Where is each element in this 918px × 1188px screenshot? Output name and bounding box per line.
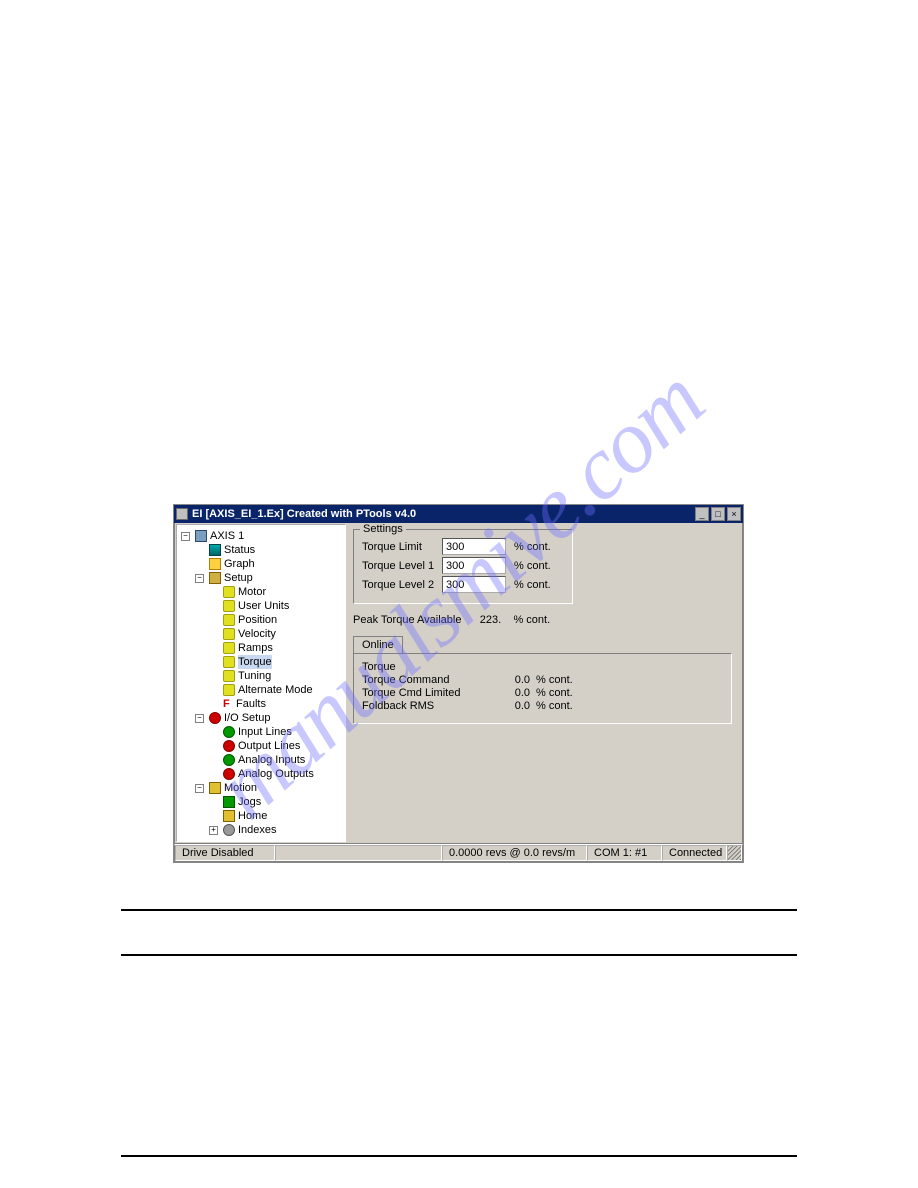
bullet-icon	[223, 628, 235, 640]
peak-torque-unit: % cont.	[513, 614, 550, 626]
peak-torque-value: 223.	[480, 614, 501, 626]
status-icon	[209, 544, 221, 556]
tree-item-io[interactable]: −I/O Setup	[195, 711, 343, 725]
faults-icon: F	[223, 697, 233, 711]
peak-torque-label: Peak Torque Available	[353, 614, 461, 626]
tree-item-tuning[interactable]: Tuning	[209, 669, 343, 683]
bullet-icon	[223, 600, 235, 612]
tree-root[interactable]: − AXIS 1	[181, 529, 343, 543]
collapse-icon[interactable]: −	[195, 574, 204, 583]
torque-limit-unit: % cont.	[514, 541, 551, 553]
online-foldback-label: Foldback RMS	[362, 700, 480, 712]
settings-caption: Settings	[360, 523, 406, 535]
tree-item-jogs[interactable]: Jogs	[209, 795, 343, 809]
status-connection: Connected	[662, 845, 727, 861]
tree-item-userunits[interactable]: User Units	[209, 599, 343, 613]
online-cmdlim-label: Torque Cmd Limited	[362, 687, 480, 699]
online-cmd-unit: % cont.	[536, 674, 573, 686]
bullet-icon	[223, 684, 235, 696]
titlebar[interactable]: EI [AXIS_EI_1.Ex] Created with PTools v4…	[174, 505, 743, 523]
input-icon	[223, 726, 235, 738]
motion-icon	[209, 782, 221, 794]
expand-icon[interactable]: +	[209, 826, 218, 835]
peak-torque-line: Peak Torque Available 223. % cont.	[353, 614, 732, 626]
settings-group: Settings Torque Limit % cont. Torque Lev…	[353, 529, 573, 604]
bullet-icon	[223, 656, 235, 668]
tree-item-analogoutputs[interactable]: Analog Outputs	[209, 767, 343, 781]
status-com: COM 1: #1	[587, 845, 662, 861]
torque-level1-unit: % cont.	[514, 560, 551, 572]
torque-level1-input[interactable]	[442, 557, 506, 574]
tree-item-velocity[interactable]: Velocity	[209, 627, 343, 641]
online-torque-label: Torque	[362, 661, 480, 673]
divider	[121, 954, 797, 956]
tree-pane: − AXIS 1 Status Graph −Setup Motor	[176, 524, 346, 842]
tree-item-setup[interactable]: −Setup	[195, 571, 343, 585]
close-button[interactable]: ×	[727, 507, 741, 521]
collapse-icon[interactable]: −	[195, 784, 204, 793]
window-title: EI [AXIS_EI_1.Ex] Created with PTools v4…	[192, 508, 695, 520]
tree-item-faults[interactable]: FFaults	[209, 697, 343, 711]
output-icon	[223, 740, 235, 752]
tree-item-indexes[interactable]: +Indexes	[209, 823, 343, 837]
tree-root-label: AXIS 1	[210, 529, 244, 543]
collapse-icon[interactable]: −	[181, 532, 190, 541]
tree-item-graph[interactable]: Graph	[195, 557, 343, 571]
status-position: 0.0000 revs @ 0.0 revs/m	[442, 845, 587, 861]
tree-item-motion[interactable]: −Motion	[195, 781, 343, 795]
online-foldback-value: 0.0	[486, 700, 530, 712]
bullet-icon	[223, 614, 235, 626]
tree-item-outputlines[interactable]: Output Lines	[209, 739, 343, 753]
maximize-button[interactable]: □	[711, 507, 725, 521]
torque-level1-label: Torque Level 1	[362, 560, 436, 572]
bullet-icon	[223, 670, 235, 682]
work-pane: Settings Torque Limit % cont. Torque Lev…	[347, 523, 742, 843]
setup-icon	[209, 572, 221, 584]
tree-item-status[interactable]: Status	[195, 543, 343, 557]
status-spacer	[275, 845, 442, 861]
torque-level2-unit: % cont.	[514, 579, 551, 591]
tree-item-altmode[interactable]: Alternate Mode	[209, 683, 343, 697]
online-cmd-value: 0.0	[486, 674, 530, 686]
torque-level2-label: Torque Level 2	[362, 579, 436, 591]
home-icon	[223, 810, 235, 822]
bullet-icon	[223, 586, 235, 598]
tree-item-analoginputs[interactable]: Analog Inputs	[209, 753, 343, 767]
torque-level2-input[interactable]	[442, 576, 506, 593]
online-foldback-unit: % cont.	[536, 700, 573, 712]
torque-limit-input[interactable]	[442, 538, 506, 555]
tree-item-inputlines[interactable]: Input Lines	[209, 725, 343, 739]
tree-item-torque[interactable]: Torque	[209, 655, 343, 669]
torque-limit-label: Torque Limit	[362, 541, 436, 553]
divider	[121, 909, 797, 911]
online-tab[interactable]: Online	[353, 636, 403, 653]
collapse-icon[interactable]: −	[195, 714, 204, 723]
minimize-button[interactable]: _	[695, 507, 709, 521]
tree-item-home[interactable]: Home	[209, 809, 343, 823]
status-drive: Drive Disabled	[175, 845, 275, 861]
tree-item-position[interactable]: Position	[209, 613, 343, 627]
app-icon	[176, 508, 188, 520]
analogin-icon	[223, 754, 235, 766]
index-icon	[223, 824, 235, 836]
graph-icon	[209, 558, 221, 570]
online-cmdlim-unit: % cont.	[536, 687, 573, 699]
axis-icon	[195, 530, 207, 542]
jog-icon	[223, 796, 235, 808]
bullet-icon	[223, 642, 235, 654]
resize-grip[interactable]	[727, 845, 742, 861]
analogout-icon	[223, 768, 235, 780]
statusbar: Drive Disabled 0.0000 revs @ 0.0 revs/m …	[174, 844, 743, 862]
tree-item-motor[interactable]: Motor	[209, 585, 343, 599]
io-icon	[209, 712, 221, 724]
divider	[121, 1155, 797, 1157]
online-panel: Torque Torque Command 0.0 % cont. Torque…	[353, 653, 732, 724]
online-cmd-label: Torque Command	[362, 674, 480, 686]
online-cmdlim-value: 0.0	[486, 687, 530, 699]
application-window: EI [AXIS_EI_1.Ex] Created with PTools v4…	[174, 505, 743, 862]
tree-item-ramps[interactable]: Ramps	[209, 641, 343, 655]
